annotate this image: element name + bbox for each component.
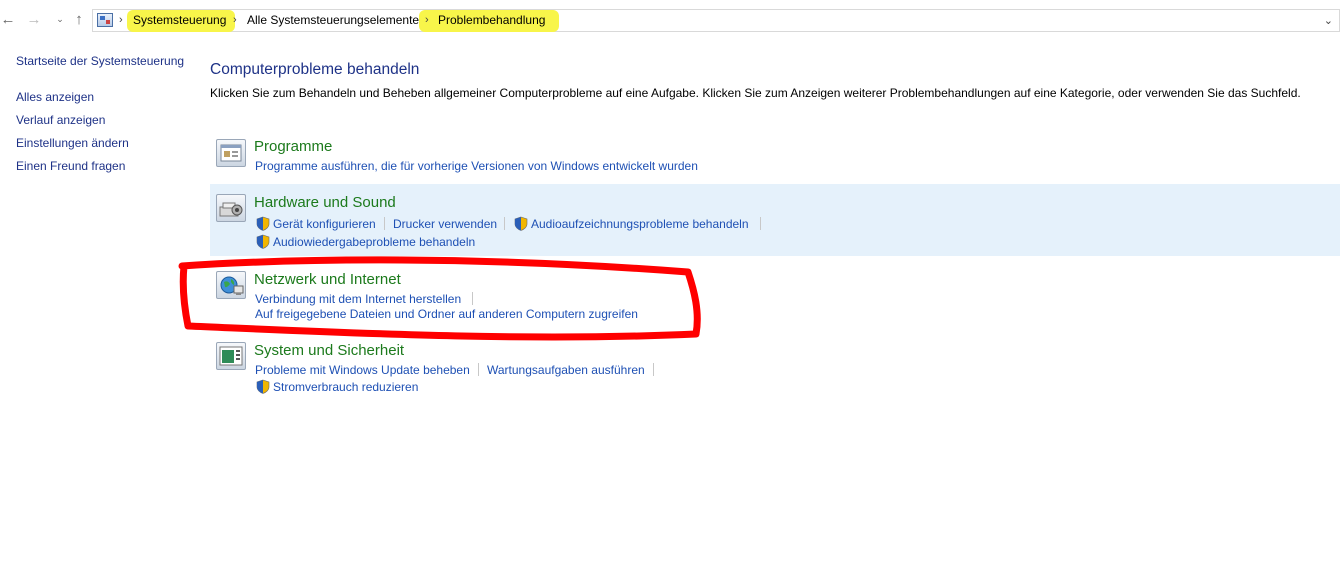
category-hardware-sound[interactable]: Hardware und Sound: [254, 194, 396, 211]
arrow-up-icon: ↑: [75, 10, 83, 28]
uac-shield-icon: [256, 379, 270, 394]
network-internet-icon: [216, 271, 246, 299]
category-programme[interactable]: Programme: [254, 138, 332, 155]
address-bar[interactable]: › Systemsteuerung › Alle Systemsteuerung…: [92, 9, 1340, 32]
chevron-down-icon[interactable]: ⌄: [1324, 14, 1333, 27]
system-security-icon: [216, 342, 246, 370]
task-wartungsaufgaben[interactable]: Wartungsaufgaben ausführen: [487, 363, 645, 377]
task-separator: [653, 363, 654, 376]
task-windows-update[interactable]: Probleme mit Windows Update beheben: [255, 363, 470, 377]
breadcrumb-alle-elemente[interactable]: Alle Systemsteuerungselemente: [247, 13, 419, 27]
breadcrumb-separator-icon[interactable]: ›: [233, 14, 237, 26]
chevron-down-icon: ⌄: [56, 13, 64, 24]
task-audioaufzeichnung[interactable]: Audioaufzeichnungsprobleme behandeln: [531, 217, 749, 231]
page-description: Klicken Sie zum Behandeln und Beheben al…: [210, 86, 1301, 100]
task-programme-ausfuehren[interactable]: Programme ausführen, die für vorherige V…: [255, 159, 698, 173]
sidebar-item-startseite[interactable]: Startseite der Systemsteuerung: [16, 54, 184, 68]
breadcrumb-separator-icon[interactable]: ›: [425, 14, 429, 26]
breadcrumb-problembehandlung[interactable]: Problembehandlung: [438, 13, 545, 27]
uac-shield-icon: [256, 216, 270, 231]
task-separator: [760, 217, 761, 230]
control-panel-icon: [97, 13, 113, 27]
task-audiowiedergabe[interactable]: Audiowiedergabeprobleme behandeln: [273, 235, 475, 249]
task-separator: [478, 363, 479, 376]
hardware-sound-icon: [216, 194, 246, 222]
category-netzwerk-internet[interactable]: Netzwerk und Internet: [254, 271, 401, 288]
sidebar-item-einstellungen[interactable]: Einstellungen ändern: [16, 136, 129, 150]
task-separator: [472, 292, 473, 305]
up-button[interactable]: ↑: [71, 10, 87, 28]
task-drucker-verwenden[interactable]: Drucker verwenden: [393, 217, 497, 231]
category-system-sicherheit[interactable]: System und Sicherheit: [254, 342, 404, 359]
task-separator: [504, 217, 505, 230]
arrow-right-icon: →: [26, 10, 42, 28]
page-title: Computerprobleme behandeln: [210, 61, 420, 78]
breadcrumb-separator-icon[interactable]: ›: [119, 14, 123, 26]
programs-icon: [216, 139, 246, 167]
task-stromverbrauch[interactable]: Stromverbrauch reduzieren: [273, 380, 418, 394]
task-freigegebene-dateien[interactable]: Auf freigegebene Dateien und Ordner auf …: [255, 307, 638, 321]
sidebar-item-freund-fragen[interactable]: Einen Freund fragen: [16, 159, 125, 173]
arrow-left-icon: ←: [0, 10, 16, 28]
breadcrumb-systemsteuerung[interactable]: Systemsteuerung: [133, 13, 226, 27]
uac-shield-icon: [256, 234, 270, 249]
task-internet-verbindung[interactable]: Verbindung mit dem Internet herstellen: [255, 292, 461, 306]
uac-shield-icon: [514, 216, 528, 231]
back-button[interactable]: ←: [0, 10, 16, 28]
sidebar-item-alles-anzeigen[interactable]: Alles anzeigen: [16, 90, 94, 104]
task-geraet-konfigurieren[interactable]: Gerät konfigurieren: [273, 217, 376, 231]
forward-button[interactable]: →: [26, 10, 42, 28]
recent-locations-button[interactable]: ⌄: [52, 10, 68, 28]
sidebar-item-verlauf[interactable]: Verlauf anzeigen: [16, 113, 105, 127]
task-separator: [384, 217, 385, 230]
